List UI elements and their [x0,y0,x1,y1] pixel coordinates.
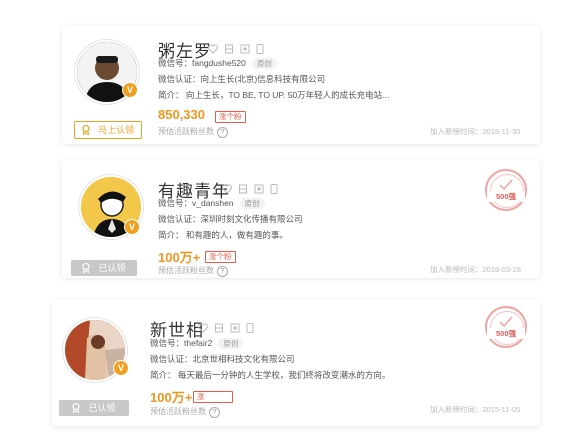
claimed-button-label: 已认领 [98,263,126,273]
estimate-label: 预估活跃粉丝数? [158,126,228,138]
fans-count: 100万+ [158,250,201,265]
heart-icon[interactable] [198,320,208,338]
estimate-label-text: 预估活跃粉丝数 [158,127,214,136]
wechat-id: 微信号：fangdushe520 原创 [158,57,277,69]
top500-badge: 500强 [485,169,527,211]
wechat-id-text: 微信号：fangdushe520 [158,58,246,68]
estimate-label: 预估活跃粉丝数? [158,265,228,277]
intro: 简介： 向上生长，TO BE, TO UP. 50万年轻人的成长充电站... [158,90,390,100]
claimed-button-label: 已认领 [88,403,116,413]
added-time: 加入新榜时间：2018-11-30 [430,127,521,136]
wechat-id: 微信号：thefair2 原创 [150,337,244,349]
fans-boost-tag[interactable]: 涨 [193,391,233,403]
help-icon[interactable]: ? [209,407,220,418]
original-tag: 原创 [239,198,265,209]
wechat-id: 微信号：v_danshen 原创 [158,197,265,209]
award-icon [82,125,90,135]
qrcode-icon[interactable] [230,320,240,338]
wechat-id-text: 微信号：v_danshen [158,198,234,208]
top500-badge-text: 500强 [487,191,525,202]
wechat-id-text: 微信号：thefair2 [150,338,213,348]
estimate-label-text: 预估活跃粉丝数 [150,407,206,416]
certification: 微信认证：北京世相科技文化有限公司 [150,354,295,364]
verified-badge: V [113,360,129,376]
fans-boost-tag[interactable]: 涨个粉 [215,111,246,123]
award-icon [72,403,81,413]
verified-badge: V [124,219,140,235]
award-icon [82,263,91,273]
certification: 微信认证：深圳时刻文化传播有限公司 [158,214,303,224]
top500-badge-text: 500强 [487,328,525,339]
added-time: 加入新榜时间：2018-03-28 [430,265,521,274]
claim-button-label: 马上认领 [97,125,134,135]
fans-boost-tag-text: 涨 [197,392,205,401]
help-icon[interactable]: ? [217,127,228,138]
estimate-label-text: 预估活跃粉丝数 [158,266,214,275]
fans-boost-tag[interactable]: 涨个粉 [205,251,236,263]
claim-button[interactable]: 马上认领 [74,121,142,139]
top500-badge: 500强 [485,306,527,348]
bookmark-icon[interactable] [214,320,224,338]
phone-icon[interactable] [270,181,278,199]
original-tag: 原创 [251,58,277,69]
claimed-button: 已认领 [59,400,129,416]
intro: 简介： 和有趣的人，做有趣的事。 [158,230,288,240]
fans-count: 100万+ [150,390,193,405]
added-time: 加入新榜时间：2015-11-05 [430,405,521,414]
help-icon[interactable]: ? [217,266,228,277]
claimed-button: 已认领 [71,260,137,276]
verified-badge: V [122,82,138,98]
phone-icon[interactable] [246,320,254,338]
original-tag: 原创 [218,338,244,349]
intro: 简介： 每天最后一分钟的人生学校，我们终将改变潮水的方向。 [150,370,391,380]
account-icons [198,320,254,338]
estimate-label: 预估活跃粉丝数? [150,406,220,418]
fans-count: 850,330 [158,107,205,122]
certification: 微信认证：向上生长(北京)信息科技有限公司 [158,74,326,84]
